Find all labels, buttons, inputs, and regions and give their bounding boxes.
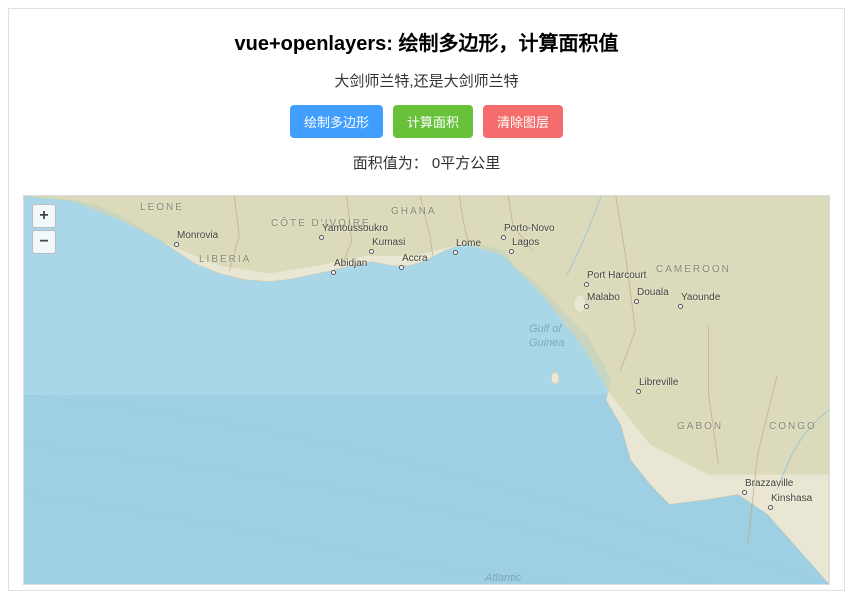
page-title: vue+openlayers: 绘制多边形，计算面积值 [9,27,844,56]
city-label: Kumasi [372,237,405,248]
app-container: vue+openlayers: 绘制多边形，计算面积值 大剑师兰特,还是大剑师兰… [8,8,845,591]
city-dot [331,270,336,275]
page-subtitle: 大剑师兰特,还是大剑师兰特 [9,70,844,91]
city-dot [509,249,514,254]
water-label: Guinea [529,337,564,349]
city-label: Monrovia [177,230,218,241]
area-result: 面积值为： 0平方公里 [9,152,844,173]
country-label: GABON [677,421,723,432]
button-bar: 绘制多边形 计算面积 清除图层 [9,105,844,138]
country-label: CAMEROON [656,264,731,275]
city-dot [174,242,179,247]
city-label: Accra [402,253,428,264]
city-label: Port Harcourt [587,270,646,281]
calculate-area-button[interactable]: 计算面积 [393,105,473,138]
draw-polygon-button[interactable]: 绘制多边形 [290,105,383,138]
city-label: Lagos [512,237,539,248]
city-label: Malabo [587,292,620,303]
city-label: Yaounde [681,292,720,303]
city-dot [584,304,589,309]
city-dot [399,265,404,270]
city-label: Libreville [639,377,678,388]
city-label: Kinshasa [771,493,812,504]
city-dot [501,235,506,240]
city-dot [453,250,458,255]
zoom-out-button[interactable]: − [32,230,56,254]
country-label: GHANA [391,206,437,217]
city-label: Brazzaville [745,478,793,489]
country-label: CONGO [769,421,817,432]
city-dot [678,304,683,309]
water-label: Gulf of [529,323,561,335]
city-label: Lome [456,238,481,249]
city-label: Abidjan [334,258,367,269]
city-label: Yamoussoukro [322,223,388,234]
map-viewport[interactable]: + − [23,195,830,585]
header: vue+openlayers: 绘制多边形，计算面积值 大剑师兰特,还是大剑师兰… [9,9,844,195]
zoom-in-button[interactable]: + [32,204,56,228]
city-label: Douala [637,287,669,298]
city-dot [584,282,589,287]
water-label: Atlantic [485,572,521,584]
city-dot [636,389,641,394]
city-dot [742,490,747,495]
city-dot [369,249,374,254]
city-dot [319,235,324,240]
city-dot [768,505,773,510]
zoom-controls: + − [32,204,56,256]
city-label: Porto-Novo [504,223,555,234]
clear-layer-button[interactable]: 清除图层 [483,105,563,138]
area-label: 面积值为： [353,155,428,172]
country-label: LIBERIA [199,254,251,265]
city-dot [634,299,639,304]
area-value: 0平方公里 [432,155,500,172]
country-label: LEONE [140,202,184,213]
